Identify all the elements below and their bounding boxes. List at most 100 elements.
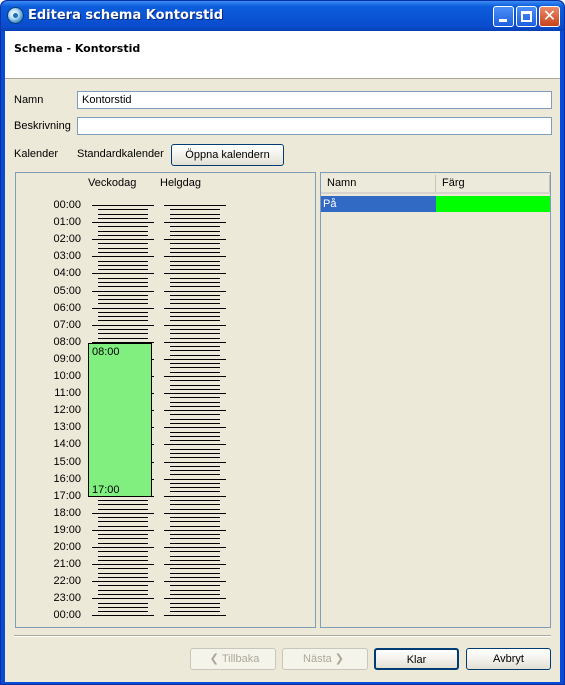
slot-line-weekday xyxy=(92,325,154,326)
slot-line-holiday xyxy=(170,235,220,236)
slot-line-weekday xyxy=(98,607,148,608)
time-label: 11:00 xyxy=(54,387,81,400)
slot-line-holiday xyxy=(164,615,226,616)
slot-line-holiday xyxy=(170,534,220,535)
slot-line-holiday xyxy=(170,363,220,364)
slot-line-holiday xyxy=(170,556,220,557)
slot-line-holiday xyxy=(170,607,220,608)
minimize-button[interactable] xyxy=(493,6,514,27)
slot-line-holiday xyxy=(170,406,220,407)
description-label: Beskrivning xyxy=(14,120,71,132)
slot-line-holiday xyxy=(170,509,220,510)
title-bar[interactable]: Editera schema Kontorstid ✕ xyxy=(1,1,564,31)
schedule-panel[interactable]: Veckodag Helgdag 00:00 01:00 02:00 03:00 04:… xyxy=(15,172,316,628)
block-end-label: 17:00 xyxy=(92,484,120,496)
slot-line-holiday xyxy=(164,410,226,411)
slot-line-holiday xyxy=(170,248,220,249)
description-field[interactable] xyxy=(77,117,552,135)
slot-line-holiday xyxy=(170,500,220,501)
footer-separator xyxy=(14,635,551,637)
slot-line-holiday xyxy=(170,385,220,386)
slot-line-weekday xyxy=(98,265,148,266)
slot-line-holiday xyxy=(170,491,220,492)
slot-line-weekday xyxy=(98,320,148,321)
name-field[interactable]: Kontorstid xyxy=(77,91,552,109)
slot-line-weekday xyxy=(92,598,154,599)
slot-line-holiday xyxy=(164,359,226,360)
slot-line-weekday xyxy=(98,517,148,518)
slot-line-holiday xyxy=(170,526,220,527)
slot-line-holiday xyxy=(164,342,226,343)
slot-line-holiday xyxy=(170,214,220,215)
row-name-cell[interactable]: På xyxy=(321,196,436,212)
slot-line-weekday xyxy=(92,547,154,548)
slot-line-holiday xyxy=(170,611,220,612)
slot-line-weekday xyxy=(98,209,148,210)
slot-line-weekday xyxy=(98,295,148,296)
time-label: 06:00 xyxy=(53,301,81,314)
slot-line-holiday xyxy=(170,389,220,390)
slot-line-weekday xyxy=(98,312,148,313)
slot-line-weekday xyxy=(98,568,148,569)
table-row[interactable]: På xyxy=(321,196,550,212)
slot-line-holiday xyxy=(170,269,220,270)
block-start-label: 08:00 xyxy=(92,346,120,358)
column-header-color[interactable]: Färg xyxy=(436,175,550,192)
slot-line-holiday xyxy=(170,338,220,339)
slot-line-weekday xyxy=(98,226,148,227)
row-color-swatch[interactable] xyxy=(436,196,550,212)
slot-line-holiday xyxy=(170,568,220,569)
slot-line-holiday xyxy=(170,333,220,334)
time-label: 00:00 xyxy=(53,609,81,622)
slot-line-holiday xyxy=(164,308,226,309)
slot-line-weekday xyxy=(92,291,154,292)
slot-line-holiday xyxy=(170,312,220,313)
slot-line-weekday xyxy=(98,252,148,253)
calendar-value: Standardkalender xyxy=(77,148,164,160)
color-table[interactable]: Namn Färg På xyxy=(320,172,551,628)
slot-line-holiday xyxy=(170,573,220,574)
time-label: 03:00 xyxy=(53,250,81,263)
working-hours-block[interactable]: 08:00 17:00 xyxy=(88,343,152,497)
slot-line-weekday xyxy=(98,590,148,591)
slot-line-weekday xyxy=(98,214,148,215)
slot-line-holiday xyxy=(164,222,226,223)
slot-line-weekday xyxy=(98,248,148,249)
time-label: 05:00 xyxy=(53,284,81,297)
slot-line-holiday xyxy=(170,261,220,262)
slot-line-holiday xyxy=(164,325,226,326)
slot-line-holiday xyxy=(164,444,226,445)
cancel-button[interactable]: Avbryt xyxy=(466,648,551,670)
slot-line-weekday xyxy=(92,205,154,206)
maximize-button[interactable] xyxy=(516,6,537,27)
slot-line-holiday xyxy=(170,299,220,300)
slot-line-holiday xyxy=(170,402,220,403)
slot-line-weekday xyxy=(98,278,148,279)
slot-line-holiday xyxy=(170,218,220,219)
slot-line-weekday xyxy=(98,521,148,522)
back-button: ❮ Tillbaka xyxy=(190,648,276,670)
header-title: Schema - Kontorstid xyxy=(14,42,141,55)
slot-line-weekday xyxy=(98,538,148,539)
slot-line-holiday xyxy=(170,209,220,210)
slot-line-weekday xyxy=(98,261,148,262)
slot-line-holiday xyxy=(170,303,220,304)
slot-line-holiday xyxy=(170,594,220,595)
open-calendar-button[interactable]: Öppna kalendern xyxy=(171,144,284,166)
slot-line-weekday xyxy=(98,329,148,330)
slot-line-holiday xyxy=(170,231,220,232)
time-label: 08:00 xyxy=(53,335,81,348)
slot-line-weekday xyxy=(92,513,154,514)
slot-line-weekday xyxy=(92,273,154,274)
slot-line-weekday xyxy=(98,577,148,578)
column-header-name[interactable]: Namn xyxy=(321,175,436,192)
slot-line-holiday xyxy=(170,295,220,296)
slot-line-holiday xyxy=(170,453,220,454)
slot-line-holiday xyxy=(170,543,220,544)
table-header: Namn Färg xyxy=(321,175,550,194)
finish-button[interactable]: Klar xyxy=(374,648,459,670)
slot-line-holiday xyxy=(164,239,226,240)
slot-line-holiday xyxy=(170,432,220,433)
slot-line-holiday xyxy=(170,350,220,351)
close-button[interactable]: ✕ xyxy=(539,6,560,27)
